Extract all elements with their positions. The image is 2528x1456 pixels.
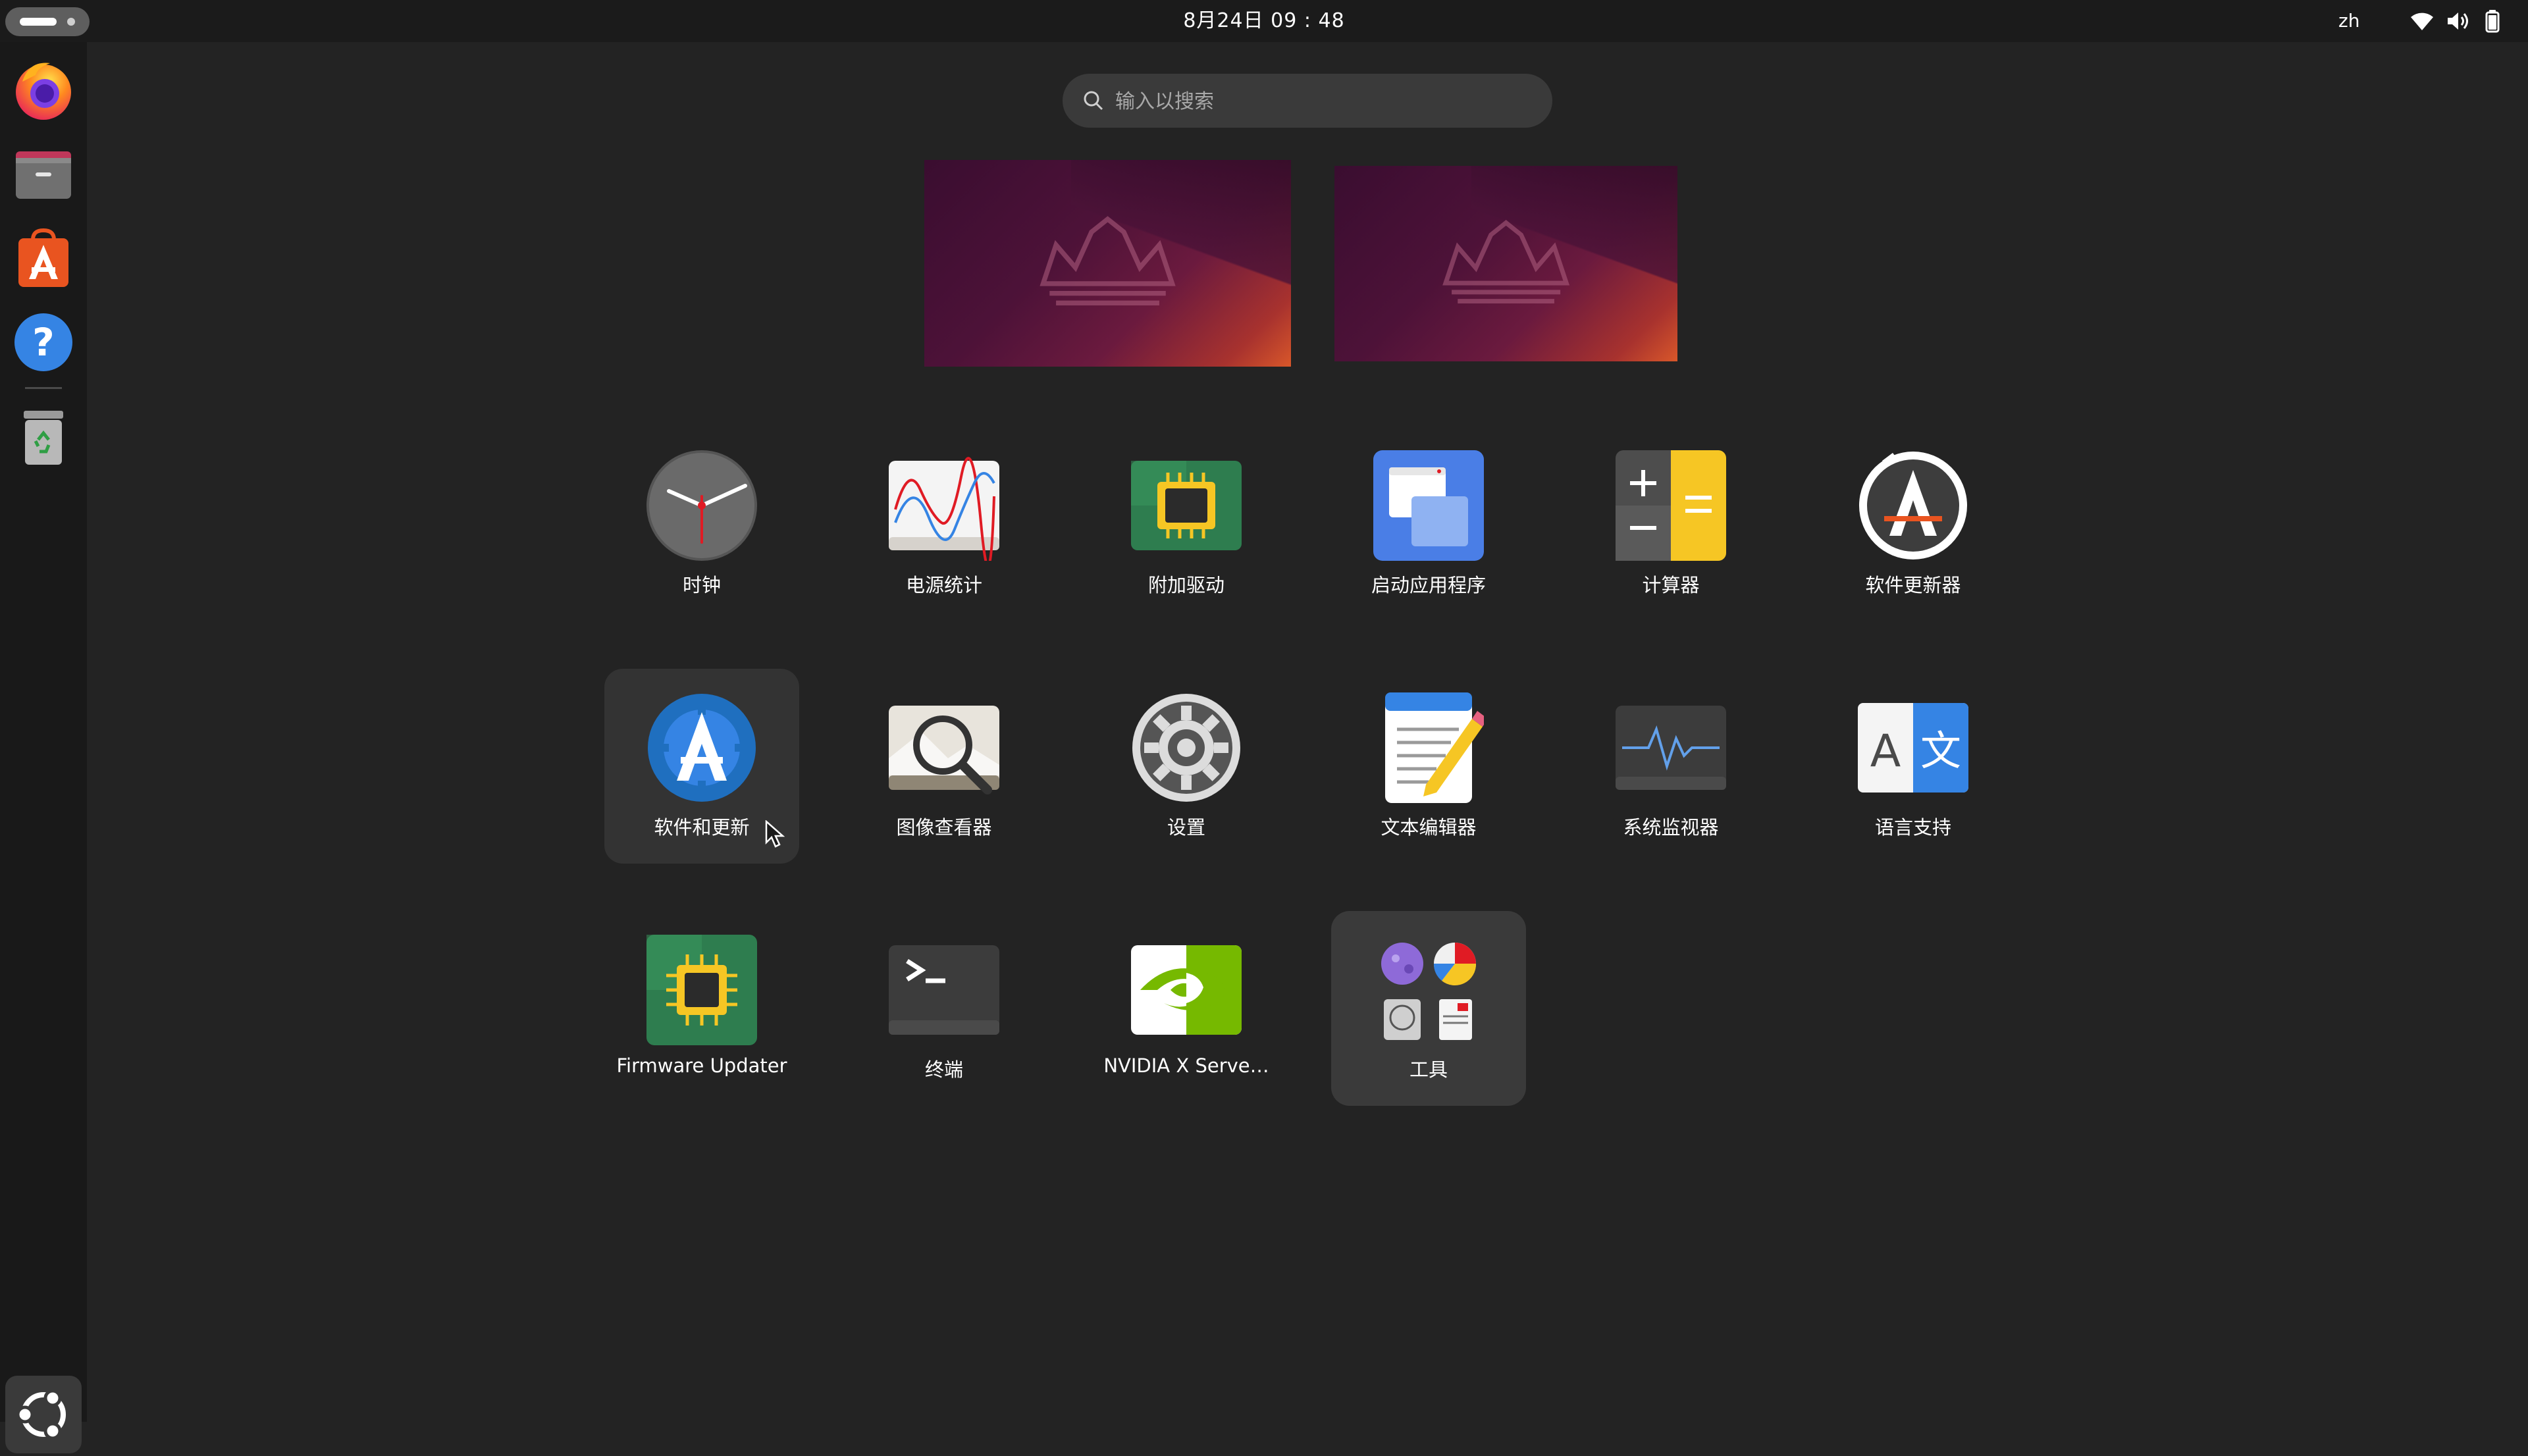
app-label: 时钟 (682, 574, 721, 596)
search-box[interactable] (1063, 74, 1552, 129)
top-bar: 8月24日 09 : 48 zh (0, 0, 2528, 42)
app-clock[interactable]: 时钟 (604, 427, 799, 621)
nvidia-icon (1131, 945, 1242, 1035)
activities-button[interactable] (5, 7, 90, 36)
app-settings[interactable]: 设置 (1089, 669, 1284, 864)
wallpaper-crown-icon (1040, 216, 1176, 306)
app-label: 启动应用程序 (1371, 574, 1486, 596)
svg-text:?: ? (32, 320, 55, 365)
firmware-updater-icon (646, 935, 757, 1045)
app-terminal[interactable]: 终端 (847, 911, 1041, 1106)
trash-icon[interactable] (9, 403, 78, 471)
help-icon[interactable]: ? (9, 308, 78, 377)
app-text-editor[interactable]: 文本编辑器 (1331, 669, 1526, 864)
volume-icon[interactable] (2445, 9, 2470, 33)
app-label: 图像查看器 (896, 816, 992, 839)
workspace-thumbnail-2[interactable] (1334, 166, 1677, 361)
dock-separator (25, 387, 62, 389)
workspace-thumbnail-1[interactable] (924, 160, 1291, 367)
app-system-monitor[interactable]: 系统监视器 (1573, 669, 1768, 864)
show-apps-button[interactable] (5, 1376, 82, 1453)
app-label: 系统监视器 (1623, 816, 1719, 839)
app-label: NVIDIA X Serve… (1103, 1054, 1269, 1077)
image-viewer-icon (889, 706, 999, 794)
input-method-indicator[interactable]: zh (2338, 0, 2359, 42)
app-label: 终端 (924, 1058, 963, 1081)
app-label: 软件更新器 (1865, 574, 1961, 596)
app-label: 电源统计 (905, 574, 982, 596)
app-label: Firmware Updater (616, 1054, 787, 1077)
text-editor-icon (1385, 692, 1484, 803)
files-icon[interactable] (9, 140, 78, 208)
wallpaper-crown-icon (1442, 219, 1569, 303)
calculator-icon (1616, 450, 1726, 561)
svg-text:A: A (1870, 725, 1901, 777)
additional-drivers-icon (1131, 461, 1242, 550)
app-additional-drivers[interactable]: 附加驱动 (1089, 427, 1284, 621)
show-apps-icon (16, 1389, 66, 1440)
search-icon (1084, 91, 1103, 111)
workspace-indicator-dot (67, 18, 75, 26)
app-image-viewer[interactable]: 图像查看器 (847, 669, 1041, 864)
svg-text:文: 文 (1920, 727, 1961, 775)
battery-icon[interactable] (2485, 9, 2500, 33)
wifi-icon[interactable] (2410, 9, 2435, 33)
app-power-statistics[interactable]: 电源统计 (847, 427, 1041, 621)
app-label: 文本编辑器 (1381, 816, 1477, 839)
app-label: 计算器 (1642, 574, 1700, 596)
workspace-indicator-active (20, 18, 57, 26)
settings-icon (1132, 694, 1240, 802)
app-startup-applications[interactable]: 启动应用程序 (1331, 427, 1526, 621)
app-nvidia-settings[interactable]: NVIDIA X Serve… (1089, 911, 1284, 1106)
app-label: 语言支持 (1874, 816, 1951, 839)
clock[interactable]: 8月24日 09 : 48 (1132, 0, 1396, 42)
clock-icon (646, 450, 757, 561)
terminal-icon (889, 945, 999, 1035)
app-center-icon[interactable] (9, 224, 78, 292)
power-statistics-icon (889, 457, 999, 561)
app-label: 设置 (1167, 816, 1205, 839)
app-folder-utilities[interactable]: 工具 (1331, 911, 1526, 1106)
software-updater-icon (1859, 452, 1967, 559)
language-support-icon: A 文 (1858, 703, 1968, 793)
search-input[interactable] (1114, 74, 1525, 129)
system-monitor-icon (1616, 706, 1726, 790)
app-label: 附加驱动 (1147, 574, 1224, 596)
dock: ? (0, 42, 87, 1453)
firefox-icon[interactable] (9, 55, 78, 124)
startup-applications-icon (1373, 450, 1484, 561)
utilities-folder-icon (1381, 943, 1477, 1040)
mouse-pointer-icon (765, 820, 785, 848)
app-label: 工具 (1409, 1058, 1448, 1081)
app-calculator[interactable]: 计算器 (1573, 427, 1768, 621)
app-software-updater[interactable]: 软件更新器 (1816, 427, 2011, 621)
software-and-updates-icon (648, 694, 756, 802)
app-language-support[interactable]: A 文 语言支持 (1816, 669, 2011, 864)
app-firmware-updater[interactable]: Firmware Updater (604, 911, 799, 1106)
